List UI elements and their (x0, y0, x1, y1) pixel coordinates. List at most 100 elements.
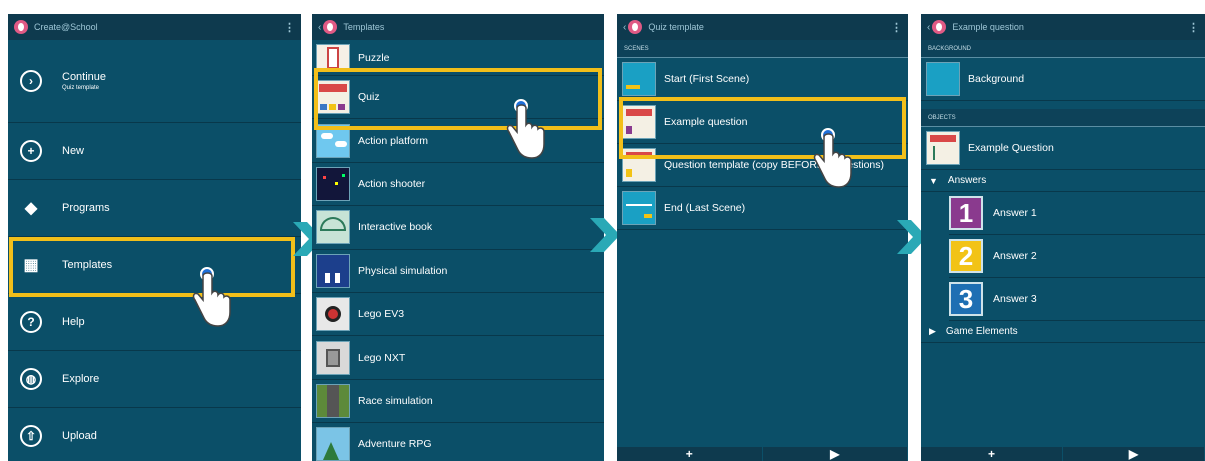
menu-programs[interactable]: ◆ Programs (8, 180, 301, 237)
scene-thumb-icon (622, 148, 656, 182)
answer-label: Answer 1 (993, 207, 1037, 219)
object-item-example-question[interactable]: Example Question (921, 127, 1205, 170)
template-label: Puzzle (358, 51, 390, 64)
triangle-right-icon: ▶ (929, 326, 936, 336)
arrow-right-icon (590, 218, 620, 252)
bottom-toolbar: + ▶ (921, 447, 1205, 461)
cube-icon: ◆ (24, 200, 38, 217)
chevron-right-icon: › (20, 70, 42, 92)
menu-templates[interactable]: ▦ Templates (8, 237, 301, 294)
template-item-action-platform[interactable]: Action platform (312, 119, 604, 163)
answer-item-1[interactable]: 1 Answer 1 (949, 192, 1205, 235)
action-shooter-thumb-icon (316, 166, 350, 201)
scene-item-start[interactable]: Start (First Scene) (617, 58, 908, 101)
back-icon[interactable]: ‹ (927, 22, 930, 33)
overflow-menu-icon[interactable]: ⋮ (1188, 21, 1199, 34)
back-icon[interactable]: ‹ (623, 22, 626, 33)
number-2-icon: 2 (949, 239, 983, 273)
group-answers[interactable]: ▼ Answers (921, 170, 1205, 192)
answer-item-2[interactable]: 2 Answer 2 (949, 235, 1205, 278)
screen-templates: ‹ Templates Puzzle Quiz Action platform … (312, 14, 604, 461)
template-item-race-simulation[interactable]: Race simulation (312, 380, 604, 424)
app-title: Create@School (34, 22, 98, 32)
menu-label: Templates (62, 259, 113, 271)
back-icon[interactable]: ‹ (318, 22, 321, 33)
add-button[interactable]: + (921, 447, 1063, 461)
action-bar: ‹ Example question ⋮ (921, 14, 1205, 40)
screen-quiz-template: ‹ Quiz template ⋮ SCENES Start (First Sc… (617, 14, 908, 461)
bottom-toolbar: + ▶ (617, 447, 908, 461)
lego-ev3-thumb-icon (316, 297, 350, 332)
menu-new[interactable]: + New (8, 123, 301, 180)
template-label: Lego NXT (358, 351, 406, 364)
scene-label: Question template (copy BEFORE g questio… (664, 159, 885, 171)
action-bar: ‹ Templates (312, 14, 604, 40)
menu-label: Explore (62, 373, 100, 385)
scene-item-example-question[interactable]: Example question (617, 101, 908, 144)
object-label: Example Question (968, 142, 1054, 154)
upload-icon: ⇧ (20, 425, 42, 447)
template-label: Lego EV3 (358, 308, 405, 321)
background-item[interactable]: Background (921, 58, 1205, 101)
continue-sub: Quiz template (62, 85, 100, 91)
scene-label: End (Last Scene) (664, 202, 746, 214)
action-platform-thumb-icon (316, 123, 350, 158)
object-thumb-icon (926, 131, 960, 165)
template-item-action-shooter[interactable]: Action shooter (312, 163, 604, 207)
action-bar: Create@School ⋮ (8, 14, 301, 40)
screen-main-menu: Create@School ⋮ › Continue Quiz template … (8, 14, 301, 461)
interactive-book-thumb-icon (316, 210, 350, 245)
template-item-physical-simulation[interactable]: Physical simulation (312, 250, 604, 293)
section-header-objects: OBJECTS (921, 109, 1205, 127)
puzzle-thumb-icon (316, 43, 350, 72)
add-button[interactable]: + (617, 447, 763, 461)
answer-label: Answer 3 (993, 293, 1037, 305)
templates-icon: ▦ (23, 257, 39, 274)
race-simulation-thumb-icon (316, 383, 350, 418)
menu-upload[interactable]: ⇧ Upload (8, 408, 301, 461)
scene-label: Start (First Scene) (664, 73, 750, 85)
menu-continue[interactable]: › Continue Quiz template (8, 40, 301, 123)
answer-item-3[interactable]: 3 Answer 3 (949, 278, 1205, 321)
menu-explore[interactable]: ◍ Explore (8, 351, 301, 408)
template-label: Adventure RPG (358, 438, 432, 451)
screen-title: Example question (952, 22, 1024, 32)
overflow-menu-icon[interactable]: ⋮ (891, 21, 902, 34)
overflow-menu-icon[interactable]: ⋮ (284, 21, 295, 34)
template-label: Physical simulation (358, 264, 448, 277)
template-label: Race simulation (358, 394, 433, 407)
template-item-lego-ev3[interactable]: Lego EV3 (312, 293, 604, 337)
background-label: Background (968, 73, 1025, 85)
play-button[interactable]: ▶ (1063, 447, 1205, 461)
scene-item-end[interactable]: End (Last Scene) (617, 187, 908, 230)
plus-icon: + (20, 140, 42, 162)
group-game-elements[interactable]: ▶ Game Elements (921, 321, 1205, 343)
number-1-icon: 1 (949, 196, 983, 230)
triangle-down-icon: ▼ (929, 175, 938, 186)
template-item-lego-nxt[interactable]: Lego NXT (312, 336, 604, 380)
background-thumb-icon (926, 62, 960, 96)
play-button[interactable]: ▶ (763, 447, 908, 461)
screen-title: Quiz template (648, 22, 704, 32)
section-header-scenes: SCENES (617, 40, 908, 58)
adventure-rpg-thumb-icon (316, 427, 350, 461)
answer-label: Answer 2 (993, 250, 1037, 262)
menu-label: Help (62, 316, 85, 328)
menu-help[interactable]: ? Help (8, 294, 301, 351)
scene-thumb-icon (622, 105, 656, 139)
question-icon: ? (20, 311, 42, 333)
template-item-quiz[interactable]: Quiz (312, 76, 604, 120)
template-item-puzzle[interactable]: Puzzle (312, 40, 604, 76)
template-item-adventure-rpg[interactable]: Adventure RPG (312, 423, 604, 461)
menu-label: Programs (62, 202, 110, 214)
globe-icon: ◍ (20, 368, 42, 390)
scene-thumb-icon (622, 62, 656, 96)
lego-nxt-thumb-icon (316, 340, 350, 375)
scene-item-question-template[interactable]: Question template (copy BEFORE g questio… (617, 144, 908, 187)
screen-example-question: ‹ Example question ⋮ BACKGROUND Backgrou… (921, 14, 1205, 461)
action-bar: ‹ Quiz template ⋮ (617, 14, 908, 40)
app-logo-icon (932, 20, 947, 34)
template-label: Action platform (358, 134, 429, 147)
template-item-interactive-book[interactable]: Interactive book (312, 206, 604, 250)
app-logo-icon (323, 20, 338, 34)
